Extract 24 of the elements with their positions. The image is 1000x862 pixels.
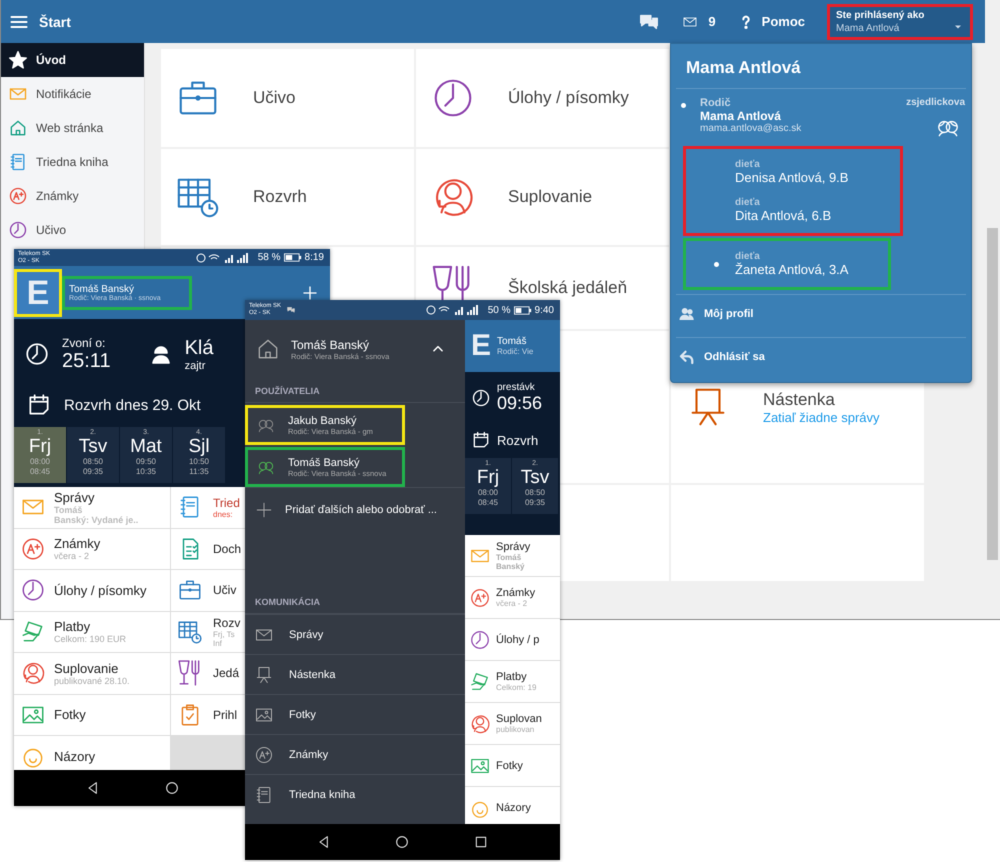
teacher-time: zajtr	[184, 360, 206, 372]
account-name: Tomáš Banský	[69, 284, 136, 294]
schedule-title: Rozvrh	[497, 432, 538, 448]
app-logo: E	[26, 276, 50, 310]
account-subtitle: Rodič: Vie	[497, 347, 534, 356]
bell-time: 25:11	[62, 350, 111, 372]
role-label: Rodič	[700, 97, 732, 109]
teacher-name: Klá	[184, 336, 214, 360]
clock-label: 9:40	[534, 304, 554, 316]
battery-label: 58 %	[258, 252, 281, 263]
battery-label: 50 %	[488, 304, 511, 316]
app-logo: E	[471, 329, 492, 363]
schedule-title: Rozvrh dnes 29. Okt	[64, 396, 201, 414]
user-name: Mama Antlová	[700, 109, 782, 123]
clock-label: 8:19	[304, 252, 324, 263]
menu-title: Mama Antlová	[676, 44, 966, 89]
user-email: mama.antlova@asc.sk	[700, 123, 802, 134]
bell-label: Zvoní o:	[62, 336, 106, 350]
school-label: zsjedlickova	[906, 97, 965, 108]
account-name: Tomáš	[497, 336, 528, 347]
bell-time: 09:56	[497, 393, 542, 414]
account-name: Tomáš Banský	[291, 338, 370, 352]
bell-label: prestávk	[497, 382, 536, 393]
page-title: Štart	[39, 14, 71, 30]
